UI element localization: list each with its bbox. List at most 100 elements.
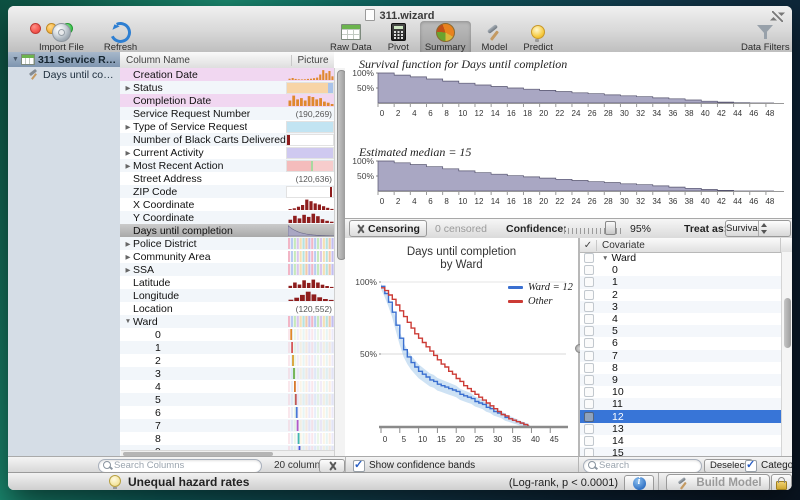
- covariate-row-0[interactable]: 0: [580, 264, 781, 276]
- checkbox[interactable]: [584, 375, 594, 385]
- disclosure-triangle-icon[interactable]: ▼: [602, 255, 608, 262]
- covariate-row-5[interactable]: 5: [580, 325, 781, 337]
- covariate-row-11[interactable]: 11: [580, 398, 781, 410]
- covariate-column-header[interactable]: Covariate: [597, 240, 780, 251]
- checkbox[interactable]: [584, 338, 594, 348]
- covariate-row-6[interactable]: 6: [580, 337, 781, 349]
- column-row-type-of-service-request[interactable]: ▶Type of Service Request: [120, 120, 334, 133]
- lock-button[interactable]: [771, 474, 792, 490]
- covariate-row-12[interactable]: 12: [580, 410, 781, 422]
- toolbar-button-model[interactable]: Model: [477, 21, 513, 55]
- search-columns-input[interactable]: [98, 459, 262, 473]
- column-name-header[interactable]: Column Name: [120, 55, 292, 66]
- covariate-row-15[interactable]: 15: [580, 447, 781, 456]
- checkbox[interactable]: [584, 302, 594, 312]
- covariate-row-14[interactable]: 14: [580, 435, 781, 447]
- checkbox[interactable]: [584, 277, 594, 287]
- confidence-slider[interactable]: [564, 220, 622, 235]
- covariate-row-1[interactable]: 1: [580, 276, 781, 288]
- column-row-latitude[interactable]: Latitude: [120, 276, 334, 289]
- toolbar-button-pivot[interactable]: Pivot: [383, 21, 414, 55]
- covariate-row-2[interactable]: 2: [580, 289, 781, 301]
- column-row-1[interactable]: 1: [120, 341, 334, 354]
- column-row-completion-date[interactable]: Completion Date: [120, 94, 334, 107]
- disclosure-triangle-icon[interactable]: ▶: [123, 266, 133, 274]
- column-row-creation-date[interactable]: Creation Date: [120, 68, 334, 81]
- picture-header[interactable]: Picture: [292, 55, 334, 66]
- toolbar-button-data-filters[interactable]: Data Filters: [736, 21, 792, 55]
- column-row-x-coordinate[interactable]: X Coordinate: [120, 198, 334, 211]
- column-row-days-until-completion[interactable]: Days until completion: [120, 224, 334, 237]
- covariate-group-ward[interactable]: ▼Ward: [580, 252, 781, 264]
- covariate-row-9[interactable]: 9: [580, 374, 781, 386]
- column-row-ward[interactable]: ▼Ward: [120, 315, 334, 328]
- covariate-row-4[interactable]: 4: [580, 313, 781, 325]
- disclosure-triangle-icon[interactable]: ▶: [123, 253, 133, 261]
- column-row-status[interactable]: ▶Status: [120, 81, 334, 94]
- slider-thumb[interactable]: [605, 221, 616, 235]
- treat-as-dropdown[interactable]: Survival Times: [725, 220, 791, 237]
- covariate-search-input[interactable]: [583, 459, 702, 473]
- column-row-3[interactable]: 3: [120, 367, 334, 380]
- column-row-2[interactable]: 2: [120, 354, 334, 367]
- checkbox[interactable]: [584, 290, 594, 300]
- checkbox[interactable]: [584, 387, 594, 397]
- censoring-button[interactable]: Censoring: [349, 220, 427, 237]
- column-row-number-of-black-carts-delivered[interactable]: Number of Black Carts Delivered: [120, 133, 334, 146]
- checkbox[interactable]: [584, 436, 594, 446]
- checkbox[interactable]: [584, 399, 594, 409]
- column-row-ssa[interactable]: ▶SSA: [120, 263, 334, 276]
- disclosure-triangle-icon[interactable]: ▼: [123, 318, 133, 325]
- column-actions-button[interactable]: [319, 459, 345, 473]
- column-row-0[interactable]: 0: [120, 328, 334, 341]
- toolbar-button-import-file[interactable]: Import File: [34, 21, 89, 55]
- column-row-most-recent-action[interactable]: ▶Most Recent Action: [120, 159, 334, 172]
- categories-checkbox[interactable]: [745, 460, 757, 472]
- column-row-longitude[interactable]: Longitude: [120, 289, 334, 302]
- toolbar-button-predict[interactable]: Predict: [518, 21, 558, 55]
- info-button[interactable]: [624, 475, 654, 491]
- check-column-header[interactable]: ✓: [580, 240, 597, 251]
- checkbox[interactable]: [584, 265, 594, 275]
- disclosure-triangle-icon[interactable]: ▶: [123, 240, 133, 248]
- column-row-zip-code[interactable]: ZIP Code: [120, 185, 334, 198]
- sidebar-item-311-service-r[interactable]: ▼311 Service R…: [8, 52, 120, 67]
- column-row-7[interactable]: 7: [120, 419, 334, 432]
- checkbox[interactable]: [584, 314, 594, 324]
- column-row-location[interactable]: Location(120,552): [120, 302, 334, 315]
- column-row-y-coordinate[interactable]: Y Coordinate: [120, 211, 334, 224]
- toolbar-button-raw-data[interactable]: Raw Data: [325, 21, 377, 55]
- column-row-6[interactable]: 6: [120, 406, 334, 419]
- covariate-row-7[interactable]: 7: [580, 350, 781, 362]
- checkbox[interactable]: [584, 363, 594, 373]
- covariate-row-13[interactable]: 13: [580, 423, 781, 435]
- build-model-button[interactable]: Build Model: [666, 474, 770, 490]
- covariate-row-3[interactable]: 3: [580, 301, 781, 313]
- column-row-8[interactable]: 8: [120, 432, 334, 445]
- checkbox[interactable]: [584, 412, 594, 422]
- column-row-5[interactable]: 5: [120, 393, 334, 406]
- checkbox[interactable]: [584, 424, 594, 434]
- checkbox[interactable]: [584, 253, 594, 263]
- column-row-police-district[interactable]: ▶Police District: [120, 237, 334, 250]
- column-row-service-request-number[interactable]: Service Request Number(190,269): [120, 107, 334, 120]
- disclosure-triangle-icon[interactable]: ▶: [123, 162, 133, 170]
- column-row-street-address[interactable]: Street Address(120,636): [120, 172, 334, 185]
- checkbox[interactable]: [584, 326, 594, 336]
- show-confidence-bands-checkbox[interactable]: [353, 460, 365, 472]
- covariate-row-8[interactable]: 8: [580, 362, 781, 374]
- covariate-scrollbar[interactable]: [781, 252, 792, 456]
- disclosure-triangle-icon[interactable]: ▶: [123, 123, 133, 131]
- covariate-row-10[interactable]: 10: [580, 386, 781, 398]
- disclosure-triangle-icon[interactable]: ▶: [123, 149, 133, 157]
- checkbox[interactable]: [584, 351, 594, 361]
- checkbox[interactable]: [584, 448, 594, 456]
- toolbar-button-refresh[interactable]: Refresh: [99, 21, 142, 55]
- disclosure-triangle-icon[interactable]: ▶: [123, 84, 133, 92]
- column-row-current-activity[interactable]: ▶Current Activity: [120, 146, 334, 159]
- toolbar-button-summary[interactable]: Summary: [420, 21, 471, 55]
- expand-icon[interactable]: [772, 11, 783, 22]
- disclosure-triangle-icon[interactable]: ▼: [12, 56, 19, 63]
- column-row-community-area[interactable]: ▶Community Area: [120, 250, 334, 263]
- sidebar-item-days-until-co[interactable]: Days until co…: [8, 67, 120, 82]
